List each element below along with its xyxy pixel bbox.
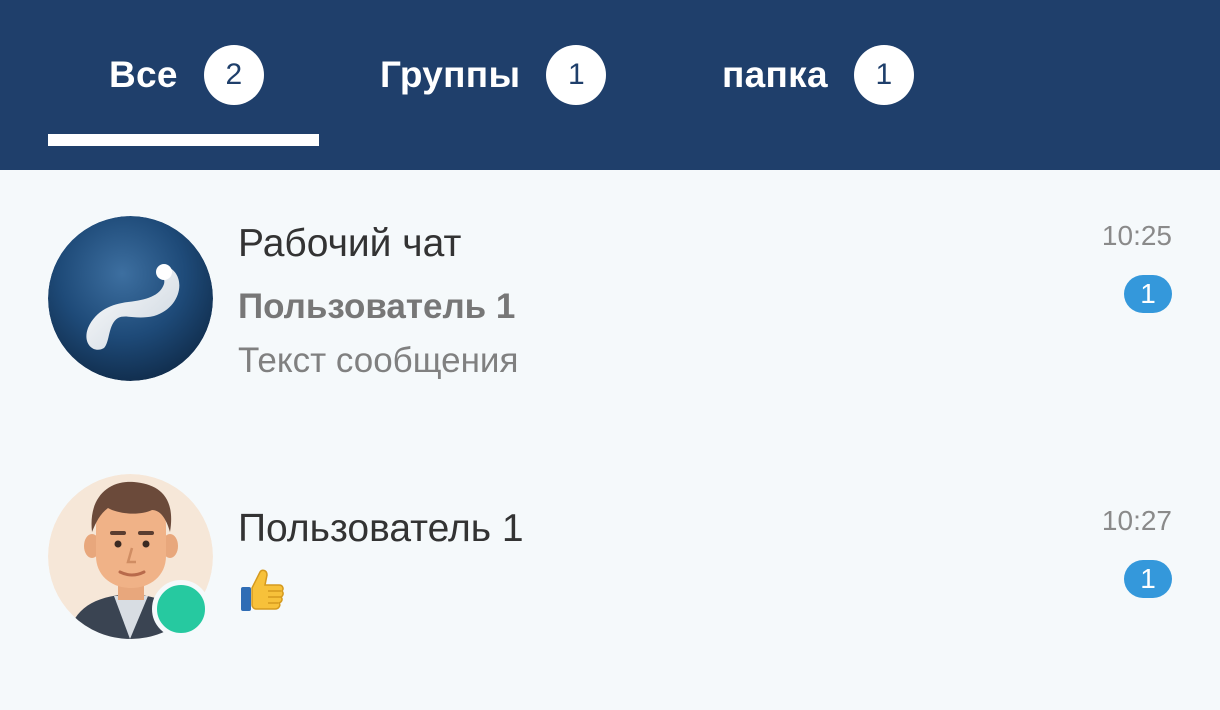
online-status-indicator [152,580,210,638]
tab-folder[interactable]: папка 1 [722,44,914,106]
chat-item-user-1[interactable]: Пользователь 1 10:27 1 [0,440,1220,710]
tab-bar: Все 2 Группы 1 папка 1 [0,0,1220,170]
unread-count-badge: 1 [1124,560,1172,598]
tab-folder-count-badge: 1 [853,45,914,105]
unread-count-badge: 1 [1124,275,1172,313]
chat-item-work-chat[interactable]: Рабочий чат Пользователь 1 Текст сообщен… [0,170,1220,440]
chat-timestamp: 10:25 [1101,220,1172,251]
tab-all-count-badge: 2 [203,45,264,105]
chat-timestamp: 10:27 [1101,505,1172,536]
chat-title: Пользователь 1 [238,507,524,550]
tab-all[interactable]: Все 2 [109,44,264,106]
tab-groups-label: Группы [380,54,521,95]
chat-sender-name: Пользователь 1 [238,287,516,326]
active-tab-indicator [48,134,319,146]
tab-all-label: Все [109,54,178,95]
tab-folder-label: папка [722,54,828,95]
thumbs-up-icon [238,568,286,614]
chat-message-preview: Текст сообщения [238,341,519,380]
chat-title: Рабочий чат [238,222,462,265]
tab-groups[interactable]: Группы 1 [380,44,607,106]
chat-list: Рабочий чат Пользователь 1 Текст сообщен… [0,170,1220,710]
group-logo-icon [48,216,213,381]
tab-groups-count-badge: 1 [546,45,607,105]
